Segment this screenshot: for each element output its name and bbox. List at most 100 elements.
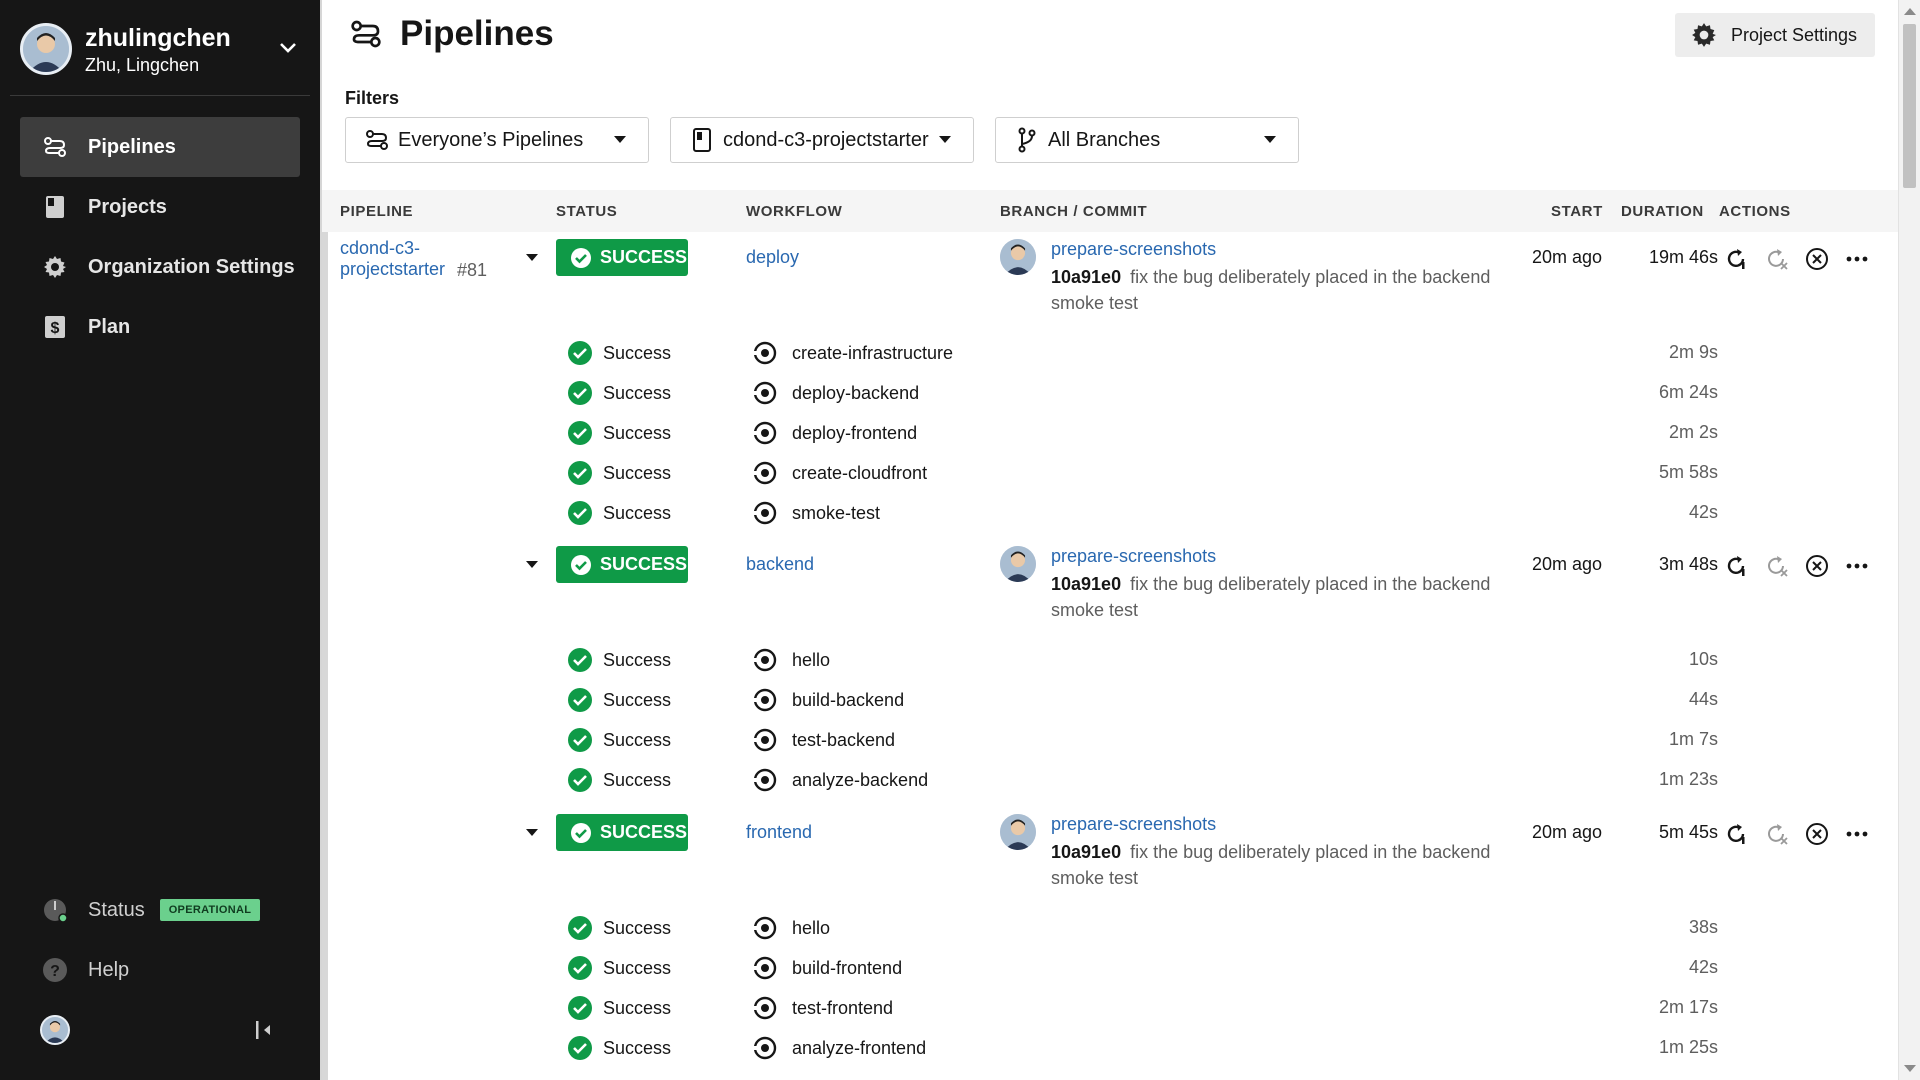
job-status-label: Success [603, 729, 672, 750]
rerun-failed-icon[interactable] [1762, 244, 1792, 274]
job-name[interactable]: create-infrastructure [752, 340, 953, 366]
user-menu[interactable]: zhulingchen Zhu, Lingchen [10, 0, 310, 96]
more-options-icon[interactable] [1842, 551, 1872, 581]
job-name[interactable]: deploy-backend [752, 380, 919, 406]
rerun-icon[interactable] [1722, 551, 1752, 581]
project-settings-button[interactable]: Project Settings [1675, 13, 1875, 57]
rerun-icon[interactable] [1722, 244, 1752, 274]
expand-caret-icon[interactable] [526, 254, 538, 261]
job-name-label: smoke-test [792, 502, 881, 523]
workflow-name-link[interactable]: deploy [746, 247, 799, 268]
scroll-up-arrow-icon[interactable] [1904, 8, 1916, 15]
job-row[interactable]: Success create-infrastructure 2m 9s [322, 332, 1898, 372]
branch-link[interactable]: prepare-screenshots [1051, 546, 1216, 567]
chevron-down-icon[interactable] [276, 36, 300, 60]
user-full-name: Zhu, Lingchen [85, 55, 200, 75]
branch-link[interactable]: prepare-screenshots [1051, 239, 1216, 260]
scrollbar-thumb[interactable] [1903, 24, 1916, 188]
job-row[interactable]: Success smoke-test 42s [322, 492, 1898, 532]
job-row[interactable]: Success hello 38s [322, 907, 1898, 947]
avatar[interactable] [40, 1015, 70, 1045]
job-name-label: create-infrastructure [792, 342, 954, 363]
sidebar-item-plan[interactable]: $ Plan [20, 297, 300, 357]
job-name-label: deploy-frontend [792, 422, 918, 443]
cancel-icon[interactable] [1802, 819, 1832, 849]
rerun-failed-icon[interactable] [1762, 551, 1792, 581]
sidebar-item-organization-settings[interactable]: Organization Settings [20, 237, 300, 297]
status-badge[interactable]: SUCCESS [556, 814, 688, 851]
commit-sha[interactable]: 10a91e0 [1051, 842, 1121, 862]
collapse-sidebar-icon[interactable] [252, 1018, 276, 1042]
pipelines-filter-select[interactable]: Everyone’s Pipelines [345, 117, 649, 163]
job-name[interactable]: analyze-backend [752, 767, 928, 793]
job-row[interactable]: Success test-backend 1m 7s [322, 719, 1898, 759]
job-duration: 10s [1688, 649, 1718, 669]
commit-sha[interactable]: 10a91e0 [1051, 267, 1121, 287]
job-row[interactable]: Success analyze-frontend 1m 25s [322, 1027, 1898, 1067]
status-badge[interactable]: SUCCESS [556, 546, 688, 583]
scroll-down-arrow-icon[interactable] [1904, 1065, 1916, 1072]
main-content: Pipelines Project Settings Filters Every… [322, 0, 1898, 1080]
rerun-icon[interactable] [1722, 819, 1752, 849]
job-row[interactable]: Success build-frontend 42s [322, 947, 1898, 987]
pipelines-icon [364, 127, 390, 153]
vertical-scrollbar[interactable] [1898, 0, 1920, 1080]
commit-info: 10a91e0 fix the bug deliberately placed … [1051, 571, 1491, 623]
job-name[interactable]: build-backend [752, 687, 904, 713]
job-name-label: hello [792, 917, 831, 938]
job-name[interactable]: deploy-frontend [752, 420, 917, 446]
job-row[interactable]: Success create-cloudfront 5m 58s [322, 452, 1898, 492]
job-name[interactable]: hello [752, 647, 830, 673]
project-settings-label: Project Settings [1731, 24, 1858, 45]
commit-sha[interactable]: 10a91e0 [1051, 574, 1121, 594]
job-name[interactable]: hello [752, 915, 830, 941]
status-badge[interactable]: SUCCESS [556, 239, 688, 276]
job-status-label: Success [603, 462, 672, 483]
job-name-label: build-backend [792, 689, 905, 710]
expand-caret-icon[interactable] [526, 829, 538, 836]
cancel-icon[interactable] [1802, 244, 1832, 274]
branch-filter-select[interactable]: All Branches [995, 117, 1299, 163]
job-status-label: Success [603, 689, 672, 710]
more-options-icon[interactable] [1842, 819, 1872, 849]
job-status: Success [567, 420, 671, 446]
caret-down-icon [614, 136, 626, 143]
job-row[interactable]: Success test-frontend 2m 17s [322, 987, 1898, 1027]
more-options-icon[interactable] [1842, 244, 1872, 274]
workflow-name-link[interactable]: frontend [746, 822, 812, 843]
workflow-start: 20m ago [1532, 822, 1603, 842]
job-icon [753, 421, 777, 445]
sidebar-item-label: Organization Settings [88, 255, 295, 278]
branch-link[interactable]: prepare-screenshots [1051, 814, 1216, 835]
pipeline-name-link[interactable]: cdond-c3-projectstarter [340, 238, 450, 280]
help-link[interactable]: ? Help [20, 940, 300, 1000]
job-name[interactable]: analyze-frontend [752, 1035, 926, 1061]
job-row[interactable]: Success deploy-frontend 2m 2s [322, 412, 1898, 452]
project-filter-select[interactable]: cdond-c3-projectstarter [670, 117, 974, 163]
job-name[interactable]: smoke-test [752, 500, 880, 526]
job-row[interactable]: Success build-backend 44s [322, 679, 1898, 719]
job-name[interactable]: build-frontend [752, 955, 902, 981]
rerun-failed-icon[interactable] [1762, 819, 1792, 849]
job-status-label: Success [603, 769, 672, 790]
workflow-duration: 19m 46s [1648, 247, 1718, 267]
job-name[interactable]: test-frontend [752, 995, 893, 1021]
gear-icon [42, 254, 68, 280]
job-name[interactable]: test-backend [752, 727, 895, 753]
check-circle-icon [568, 341, 592, 365]
workflow-actions [1722, 551, 1882, 581]
status-link[interactable]: Status OPERATIONAL [20, 880, 300, 940]
status-icon [42, 897, 68, 923]
check-circle-icon [568, 956, 592, 980]
job-row[interactable]: Success hello 10s [322, 639, 1898, 679]
status-badge: OPERATIONAL [159, 899, 261, 921]
job-row[interactable]: Success deploy-backend 6m 24s [322, 372, 1898, 412]
expand-caret-icon[interactable] [526, 561, 538, 568]
cancel-icon[interactable] [1802, 551, 1832, 581]
svg-text:?: ? [50, 963, 60, 980]
sidebar-item-pipelines[interactable]: Pipelines [20, 117, 300, 177]
job-name[interactable]: create-cloudfront [752, 460, 927, 486]
sidebar-item-projects[interactable]: Projects [20, 177, 300, 237]
workflow-name-link[interactable]: backend [746, 554, 814, 575]
job-row[interactable]: Success analyze-backend 1m 23s [322, 759, 1898, 799]
